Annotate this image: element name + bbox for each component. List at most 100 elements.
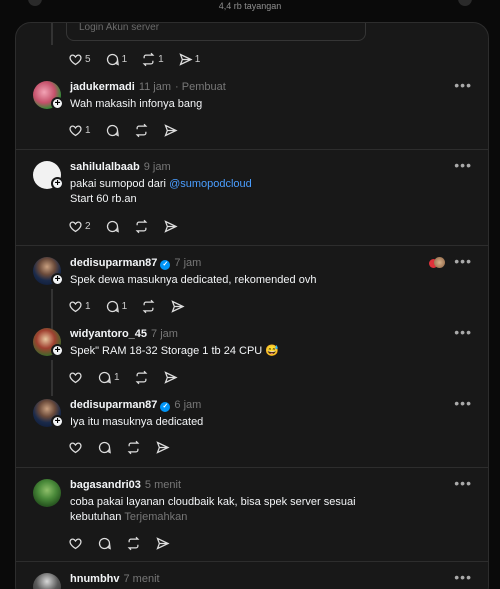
- more-icon[interactable]: •••: [454, 569, 472, 585]
- timestamp: 7 menit: [123, 573, 160, 585]
- reply-button[interactable]: [97, 440, 112, 455]
- divider: [16, 245, 488, 246]
- avatar: [434, 257, 445, 268]
- repost-button[interactable]: [134, 219, 149, 234]
- repost-icon: [142, 52, 155, 66]
- mention-link[interactable]: @sumopodcloud: [169, 178, 252, 190]
- thread-line: [51, 23, 53, 45]
- thread-line: [51, 360, 53, 396]
- like-button[interactable]: 1: [68, 123, 91, 138]
- comment-text: Wah makasih infonya bang: [70, 98, 203, 110]
- follow-icon[interactable]: +: [51, 97, 64, 110]
- repost-button[interactable]: 1: [141, 52, 164, 67]
- username[interactable]: hnumbhv: [70, 573, 120, 585]
- repost-icon: [142, 299, 155, 313]
- more-icon[interactable]: •••: [454, 77, 472, 93]
- share-button[interactable]: [155, 440, 170, 455]
- like-button[interactable]: 1: [68, 299, 91, 314]
- avatar[interactable]: [33, 573, 61, 589]
- reply-button[interactable]: [105, 123, 120, 138]
- repost-icon: [127, 536, 140, 550]
- divider: [16, 561, 488, 562]
- heart-icon: [69, 124, 82, 136]
- share-button[interactable]: [163, 123, 178, 138]
- action-bar: 5 1 1 1: [68, 51, 214, 67]
- repost-icon: [135, 123, 147, 137]
- verified-icon: ✓: [160, 260, 171, 270]
- comment-icon: [98, 441, 111, 454]
- like-button[interactable]: 2: [68, 219, 91, 234]
- follow-icon[interactable]: +: [51, 344, 64, 357]
- timestamp: 7 jam: [174, 257, 202, 269]
- comment-text: Spek" RAM 18-32 Storage 1 tb 24 CPU 😅: [70, 345, 279, 357]
- repost-button[interactable]: [134, 370, 149, 385]
- share-icon: [171, 299, 185, 313]
- comment-text: pakai sumopod dari @sumopodcloud Start 60…: [70, 178, 252, 205]
- reply-button[interactable]: [97, 536, 112, 551]
- more-icon[interactable]: •••: [454, 324, 472, 340]
- like-button[interactable]: 5: [68, 52, 91, 67]
- timestamp: 6 jam: [174, 399, 202, 411]
- quoted-post[interactable]: Login Akun server: [66, 23, 366, 41]
- more-icon[interactable]: •••: [454, 157, 472, 173]
- action-bar: 1: [68, 122, 192, 138]
- share-button[interactable]: [170, 299, 185, 314]
- top-bar: 4,4 rb tayangan: [0, 0, 500, 22]
- avatar[interactable]: [33, 479, 61, 507]
- repost-button[interactable]: [126, 440, 141, 455]
- comment-icon: [106, 53, 119, 66]
- reply-button[interactable]: 1: [97, 370, 120, 385]
- action-bar: [68, 535, 184, 551]
- action-bar: 1: [68, 369, 192, 385]
- more-icon[interactable]: •••: [454, 395, 472, 411]
- follow-icon[interactable]: +: [51, 415, 64, 428]
- share-button[interactable]: [155, 536, 170, 551]
- like-button[interactable]: [68, 440, 83, 455]
- translate-link[interactable]: Terjemahkan: [124, 511, 187, 523]
- share-button[interactable]: 1: [178, 52, 200, 67]
- timestamp: 5 menit: [144, 479, 181, 491]
- action-bar: [68, 439, 184, 455]
- username[interactable]: jadukermadi: [70, 81, 135, 93]
- more-icon[interactable]: •••: [454, 253, 472, 269]
- repost-icon: [135, 370, 147, 384]
- comment-icon: [98, 537, 111, 550]
- timestamp: 7 jam: [151, 328, 178, 340]
- reply-button[interactable]: 1: [105, 299, 127, 314]
- share-icon: [163, 123, 178, 137]
- follow-icon[interactable]: +: [51, 177, 64, 190]
- share-icon: [156, 440, 170, 454]
- heart-icon: [69, 300, 82, 312]
- share-icon: [179, 52, 193, 66]
- heart-icon: [69, 441, 82, 453]
- username[interactable]: dedisuparman87: [70, 399, 157, 411]
- divider: [16, 149, 488, 150]
- repost-button[interactable]: [126, 536, 141, 551]
- share-button[interactable]: [163, 370, 178, 385]
- share-button[interactable]: [163, 219, 178, 234]
- username[interactable]: widyantoro_45: [70, 328, 147, 340]
- share-icon: [163, 219, 178, 233]
- repost-icon: [135, 219, 147, 233]
- comment-text: coba pakai layanan cloudbaik kak, bisa s…: [70, 496, 356, 523]
- reply-button[interactable]: [105, 219, 120, 234]
- more-icon[interactable]: •••: [454, 475, 472, 491]
- username[interactable]: bagasandri03: [70, 479, 141, 491]
- like-button[interactable]: [68, 536, 83, 551]
- heart-icon: [69, 537, 82, 549]
- reply-button[interactable]: 1: [105, 52, 127, 67]
- username[interactable]: dedisuparman87: [70, 257, 157, 269]
- comment-icon: [106, 124, 119, 137]
- like-button[interactable]: [68, 370, 83, 385]
- heart-icon: [69, 371, 82, 383]
- verified-icon: ✓: [160, 402, 171, 412]
- heart-icon: [69, 220, 82, 232]
- repost-button[interactable]: [141, 299, 156, 314]
- repost-button[interactable]: [134, 123, 149, 138]
- liked-by-avatars[interactable]: [429, 257, 445, 269]
- username[interactable]: sahilulalbaab: [70, 161, 140, 173]
- share-icon: [156, 536, 170, 550]
- follow-icon[interactable]: +: [51, 273, 64, 286]
- share-icon: [163, 370, 178, 384]
- comment-icon: [106, 220, 119, 233]
